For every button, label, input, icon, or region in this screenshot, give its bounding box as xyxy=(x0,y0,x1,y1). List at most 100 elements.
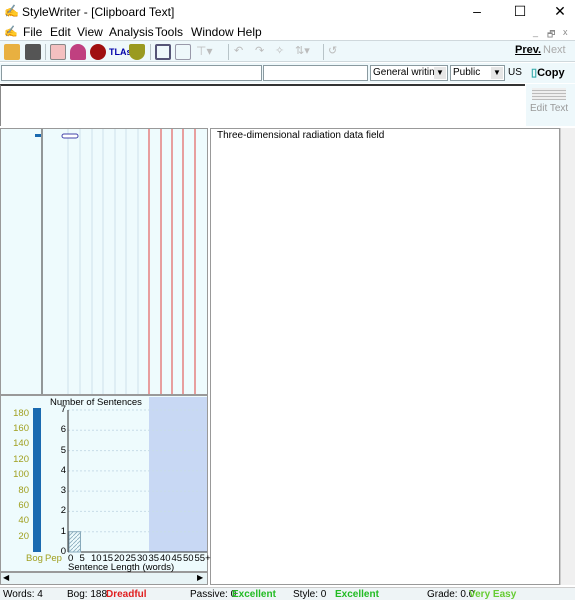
edit-area[interactable] xyxy=(0,84,525,126)
head-icon[interactable] xyxy=(90,44,106,60)
mdi-minimize-button[interactable]: _ xyxy=(533,27,538,37)
panel2-icon[interactable] xyxy=(175,44,191,60)
writing-type-select[interactable]: General writing▼ xyxy=(370,65,448,81)
xtick: 40 xyxy=(160,553,171,564)
bog-score: Bog: 188 xyxy=(67,589,107,600)
sentence-marker xyxy=(35,134,41,137)
ytick: 5 xyxy=(58,445,66,456)
title-bar: ✍ StyleWriter - [Clipboard Text] – ☐ ✕ xyxy=(0,0,575,22)
xtick: 15 xyxy=(103,553,114,564)
grade-rating: Very Easy xyxy=(469,589,516,600)
xtick: 10 xyxy=(91,553,102,564)
document-pane[interactable]: Three-dimensional radiation data field xyxy=(210,128,560,585)
close-button[interactable]: ✕ xyxy=(545,2,575,20)
maximize-button[interactable]: ☐ xyxy=(505,2,535,20)
audience-value: Public xyxy=(453,67,480,78)
xtick: 35 xyxy=(149,553,160,564)
pestle-icon[interactable] xyxy=(129,44,145,60)
menu-view[interactable]: View xyxy=(77,25,103,39)
save-icon[interactable] xyxy=(25,44,41,60)
bog-ytick: 120 xyxy=(1,454,29,465)
edit-text-button[interactable]: Edit Text xyxy=(530,103,568,114)
panel-icon[interactable] xyxy=(155,44,171,60)
keyboard-icon xyxy=(532,88,566,100)
passive-rating: Excellent xyxy=(232,589,276,600)
arrow-right-icon[interactable]: ↷ xyxy=(255,44,271,60)
edit-text-panel: Edit Text xyxy=(526,84,575,126)
doc-icon: ✍ xyxy=(4,25,18,38)
menu-edit[interactable]: Edit xyxy=(50,25,71,39)
bell-icon[interactable] xyxy=(70,44,86,60)
xtick: 20 xyxy=(114,553,125,564)
style-score: Style: 0 xyxy=(293,589,326,600)
ytick: 3 xyxy=(58,485,66,496)
menu-analysis[interactable]: Analysis xyxy=(109,25,154,39)
bog-ytick: 180 xyxy=(1,408,29,419)
ytick: 2 xyxy=(58,505,66,516)
document-text[interactable]: Three-dimensional radiation data field xyxy=(217,130,384,141)
horizontal-scrollbar[interactable]: ◀ ▶ xyxy=(0,572,208,585)
copy-button[interactable]: ▯Copy xyxy=(531,66,565,79)
sentence-length-chart xyxy=(1,396,207,571)
sort-icon[interactable]: ⇅▾ xyxy=(295,44,321,60)
ytick: 6 xyxy=(58,424,66,435)
check-icon[interactable] xyxy=(50,44,66,60)
sentence-slider xyxy=(62,134,78,138)
sentence-bar xyxy=(69,532,81,552)
mdi-close-button[interactable]: x xyxy=(563,27,568,37)
xtick: 25 xyxy=(126,553,137,564)
text-field-2[interactable] xyxy=(263,65,368,81)
sentence-map xyxy=(1,129,207,394)
ytick: 0 xyxy=(58,546,66,557)
bog-ytick: 100 xyxy=(1,469,29,480)
locale-label: US xyxy=(508,67,522,78)
scroll-right-icon[interactable]: ▶ xyxy=(197,573,203,582)
passive-score: Passive: 0 xyxy=(190,589,236,600)
bog-ytick: 20 xyxy=(1,531,29,542)
window-title: StyleWriter - [Clipboard Text] xyxy=(22,5,174,19)
xtick: 55+ xyxy=(195,553,211,564)
audience-select[interactable]: Public ▼ xyxy=(450,65,505,81)
bog-ytick: 60 xyxy=(1,500,29,511)
statistics-chart-panel: Number of Sentences Bog Pep Sentence Len… xyxy=(0,395,208,572)
xtick: 0 xyxy=(68,553,73,564)
vertical-scrollbar[interactable] xyxy=(560,128,575,585)
bog-ytick: 80 xyxy=(1,485,29,496)
bog-ytick: 140 xyxy=(1,438,29,449)
copy-label: Copy xyxy=(537,67,565,79)
menu-tools[interactable]: Tools xyxy=(155,25,183,39)
ytick: 4 xyxy=(58,465,66,476)
next-button[interactable]: Next xyxy=(543,44,566,56)
xtick: 45 xyxy=(172,553,183,564)
menu-file[interactable]: File xyxy=(23,25,42,39)
toolbar: TLAs ⊤▾ ↶ ↷ ✧ ⇅▾ ↺ Prev. Next xyxy=(0,40,575,62)
xtick: 5 xyxy=(80,553,85,564)
undo-icon[interactable]: ↺ xyxy=(328,44,344,60)
menu-help[interactable]: Help xyxy=(237,25,262,39)
open-icon[interactable] xyxy=(4,44,20,60)
input-row: General writing▼ Public ▼ US ▯Copy xyxy=(0,63,575,83)
scroll-left-icon[interactable]: ◀ xyxy=(3,573,9,582)
word-count: Words: 4 xyxy=(3,589,43,600)
sentence-map-panel xyxy=(0,128,208,395)
writing-type-value: General writing xyxy=(373,67,440,78)
app-icon: ✍ xyxy=(4,4,19,18)
xtick: 50 xyxy=(183,553,194,564)
grade-score: Grade: 0.0 xyxy=(427,589,474,600)
style-rating: Excellent xyxy=(335,589,379,600)
text-field-1[interactable] xyxy=(1,65,262,81)
prev-button[interactable]: Prev. xyxy=(515,44,541,56)
ytick: 7 xyxy=(58,404,66,415)
ytick: 1 xyxy=(58,526,66,537)
tlas-icon[interactable]: TLAs xyxy=(109,44,125,60)
arrow-left-icon[interactable]: ↶ xyxy=(234,44,250,60)
arrow-icon[interactable]: ✧ xyxy=(275,44,291,60)
filter-icon[interactable]: ⊤▾ xyxy=(196,44,212,60)
minimize-button[interactable]: – xyxy=(462,2,492,20)
bog-ytick: 40 xyxy=(1,515,29,526)
bog-ytick: 160 xyxy=(1,423,29,434)
chevron-down-icon: ▼ xyxy=(491,67,503,79)
menu-window[interactable]: Window xyxy=(191,25,234,39)
menu-bar: ✍ File Edit View Analysis Tools Window H… xyxy=(0,22,575,40)
status-bar: Words: 4 Bog: 188 Dreadful Passive: 0 Ex… xyxy=(0,587,575,600)
